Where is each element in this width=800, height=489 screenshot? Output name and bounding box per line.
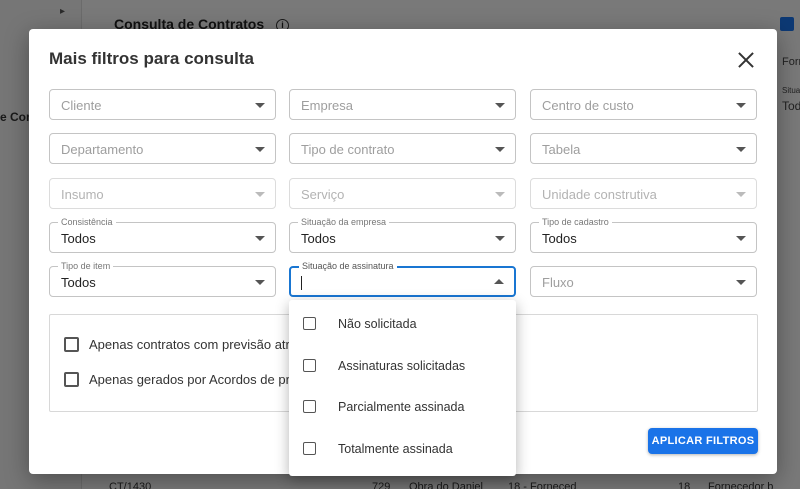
menu-item-label: Parcialmente assinada — [338, 399, 465, 414]
caret-down-icon — [255, 236, 265, 241]
unidade-construtiva-select: Unidade construtiva — [530, 178, 757, 209]
previsao-atrasada-checkbox[interactable] — [64, 337, 79, 352]
cliente-placeholder: Cliente — [61, 98, 102, 113]
menu-item-assinaturas-solicitadas[interactable]: Assinaturas solicitadas — [289, 345, 516, 386]
previsao-atrasada-option[interactable]: Apenas contratos com previsão atrasa — [64, 337, 311, 352]
caret-down-icon — [495, 147, 505, 152]
situacao-empresa-label: Situação da empresa — [298, 216, 390, 228]
caret-down-icon — [495, 236, 505, 241]
close-icon[interactable] — [735, 49, 757, 71]
situacao-empresa-select[interactable]: Situação da empresa Todos — [289, 216, 516, 253]
situacao-empresa-value: Todos — [301, 231, 336, 246]
tabela-placeholder: Tabela — [542, 142, 581, 157]
menu-item-checkbox[interactable] — [303, 317, 316, 330]
tipo-item-select[interactable]: Tipo de item Todos — [49, 260, 276, 297]
insumo-placeholder: Insumo — [61, 187, 104, 202]
cliente-select[interactable]: Cliente — [49, 89, 276, 120]
tipo-cadastro-value: Todos — [542, 231, 577, 246]
caret-down-icon — [255, 192, 265, 197]
text-cursor — [301, 276, 302, 290]
caret-down-icon — [255, 147, 265, 152]
caret-up-icon — [494, 279, 504, 284]
consistencia-value: Todos — [61, 231, 96, 246]
menu-item-label: Totalmente assinada — [338, 441, 453, 456]
caret-down-icon — [736, 147, 746, 152]
menu-item-checkbox[interactable] — [303, 400, 316, 413]
acordos-preco-checkbox[interactable] — [64, 372, 79, 387]
menu-item-totalmente-assinada[interactable]: Totalmente assinada — [289, 428, 516, 469]
caret-down-icon — [495, 103, 505, 108]
consistencia-select[interactable]: Consistência Todos — [49, 216, 276, 253]
insumo-select: Insumo — [49, 178, 276, 209]
fluxo-placeholder: Fluxo — [542, 275, 574, 290]
empresa-placeholder: Empresa — [301, 98, 354, 113]
acordos-preco-label: Apenas gerados por Acordos de preço — [89, 372, 311, 387]
centro-custo-select[interactable]: Centro de custo — [530, 89, 757, 120]
caret-down-icon — [736, 192, 746, 197]
servico-placeholder: Serviço — [301, 187, 345, 202]
previsao-atrasada-label: Apenas contratos com previsão atrasa — [89, 337, 311, 352]
apply-filters-button[interactable]: APLICAR FILTROS — [648, 428, 758, 454]
menu-item-label: Assinaturas solicitadas — [338, 358, 466, 373]
unidade-placeholder: Unidade construtiva — [542, 187, 657, 202]
tipo-contrato-select[interactable]: Tipo de contrato — [289, 133, 516, 164]
modal-title: Mais filtros para consulta — [49, 49, 254, 68]
fluxo-select[interactable]: Fluxo — [530, 266, 757, 297]
menu-item-label: Não solicitada — [338, 316, 417, 331]
centro-custo-placeholder: Centro de custo — [542, 98, 634, 113]
caret-down-icon — [736, 103, 746, 108]
caret-down-icon — [495, 192, 505, 197]
consistencia-label: Consistência — [58, 216, 116, 228]
tabela-select[interactable]: Tabela — [530, 133, 757, 164]
caret-down-icon — [736, 280, 746, 285]
tipo-cadastro-label: Tipo de cadastro — [539, 216, 612, 228]
tipo-cadastro-select[interactable]: Tipo de cadastro Todos — [530, 216, 757, 253]
acordos-preco-option[interactable]: Apenas gerados por Acordos de preço — [64, 372, 311, 387]
tipo-contrato-placeholder: Tipo de contrato — [301, 142, 395, 157]
caret-down-icon — [255, 103, 265, 108]
menu-item-checkbox[interactable] — [303, 442, 316, 455]
tipo-item-value: Todos — [61, 275, 96, 290]
caret-down-icon — [736, 236, 746, 241]
departamento-placeholder: Departamento — [61, 142, 144, 157]
caret-down-icon — [255, 280, 265, 285]
menu-item-checkbox[interactable] — [303, 359, 316, 372]
situacao-assinatura-label: Situação de assinatura — [299, 260, 397, 272]
menu-item-parcialmente-assinada[interactable]: Parcialmente assinada — [289, 386, 516, 427]
situacao-assinatura-select[interactable]: Situação de assinatura — [289, 260, 516, 297]
signature-status-menu: Não solicitada Assinaturas solicitadas P… — [289, 300, 516, 476]
menu-item-nao-solicitada[interactable]: Não solicitada — [289, 303, 516, 344]
departamento-select[interactable]: Departamento — [49, 133, 276, 164]
tipo-item-label: Tipo de item — [58, 260, 114, 272]
servico-select: Serviço — [289, 178, 516, 209]
empresa-select[interactable]: Empresa — [289, 89, 516, 120]
